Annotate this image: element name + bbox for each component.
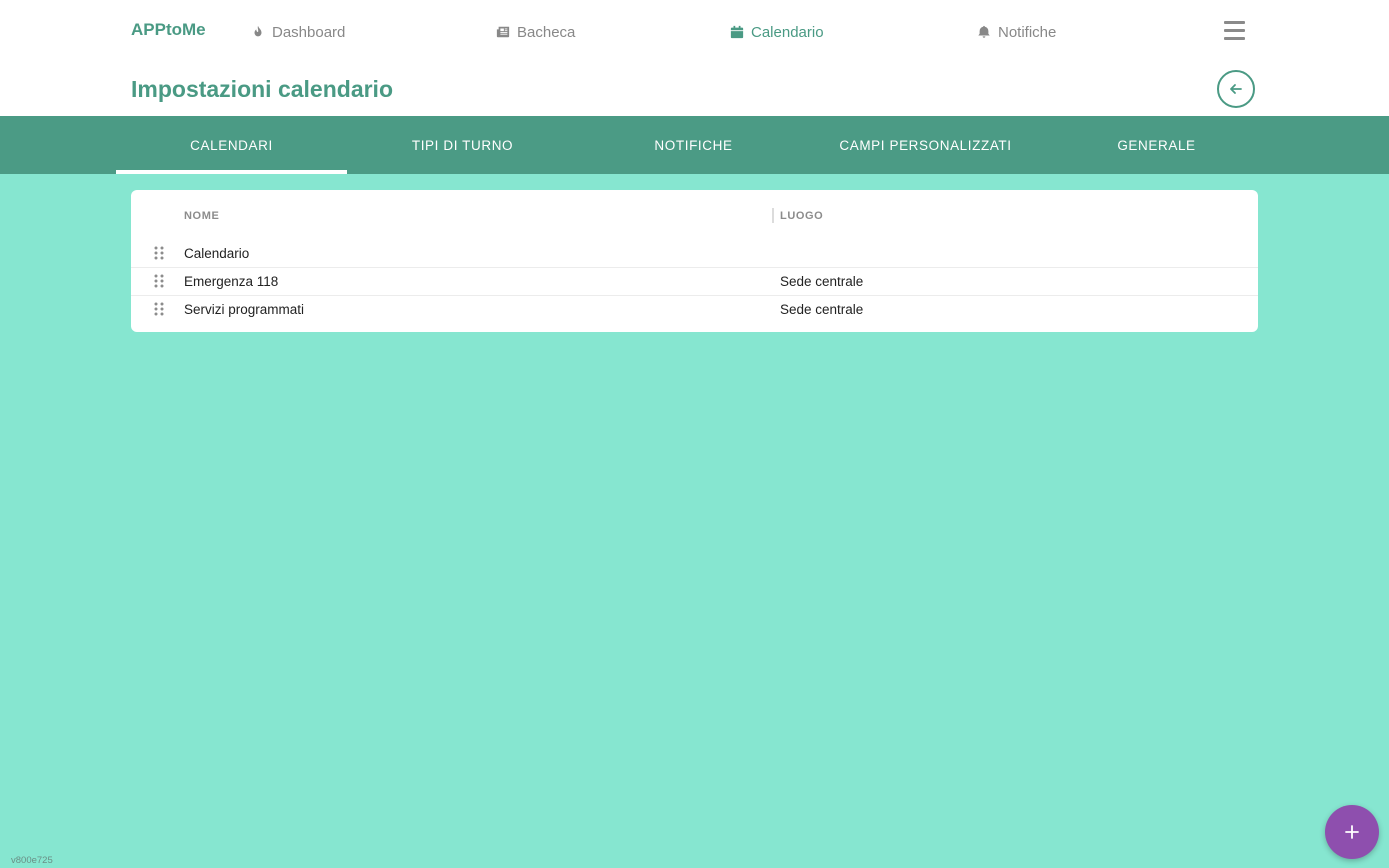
nav-item-label: Calendario (751, 23, 824, 41)
back-button[interactable] (1217, 70, 1255, 108)
cell-location: Sede centrale (780, 274, 864, 289)
nav-item-calendario[interactable]: Calendario (730, 22, 824, 42)
cell-name: Calendario (184, 246, 250, 261)
column-header-luogo[interactable]: LUOGO (780, 210, 823, 222)
table-row[interactable]: Calendario (131, 240, 1258, 268)
drag-handle-icon[interactable] (154, 302, 164, 316)
cell-name: Servizi programmati (184, 302, 305, 317)
nav-item-label: Bacheca (517, 23, 576, 41)
column-header-nome[interactable]: NOME (184, 210, 219, 222)
cell-name: Emergenza 118 (184, 274, 279, 289)
tab-notifiche[interactable]: NOTIFICHE (578, 116, 809, 174)
brand-logo[interactable]: APPtoMe (131, 20, 206, 40)
column-resize-handle[interactable] (772, 208, 774, 223)
tab-calendari[interactable]: CALENDARI (116, 116, 347, 174)
bell-icon (978, 25, 990, 38)
settings-tabbar: CALENDARI TIPI DI TURNO NOTIFICHE CAMPI … (0, 116, 1389, 174)
calendars-table: NOME LUOGO Calendario Emergenza 118 Sede… (131, 190, 1258, 332)
table-row[interactable]: Emergenza 118 Sede centrale (131, 267, 1258, 295)
fire-icon (254, 25, 262, 37)
nav-item-notifiche[interactable]: Notifiche (977, 22, 1056, 42)
nav-item-bacheca[interactable]: Bacheca (496, 22, 575, 42)
cell-location: Sede centrale (780, 302, 864, 317)
arrow-left-icon (1230, 84, 1242, 94)
tab-generale[interactable]: GENERALE (1041, 116, 1272, 174)
tab-campi-personalizzati[interactable]: CAMPI PERSONALIZZATI (810, 116, 1041, 174)
drag-handle-icon[interactable] (154, 274, 164, 288)
hamburger-icon[interactable] (1224, 21, 1245, 41)
top-navbar: APPtoMe Dashboard Bacheca Calendario Not… (0, 0, 1389, 116)
nav-item-label: Notifiche (998, 23, 1057, 41)
add-calendar-button[interactable] (1325, 805, 1379, 859)
page-title: Impostazioni calendario (131, 76, 393, 102)
newspaper-icon (496, 26, 510, 38)
plus-icon (1345, 825, 1359, 839)
nav-item-label: Dashboard (272, 23, 346, 41)
tab-tipi-di-turno[interactable]: TIPI DI TURNO (347, 116, 578, 174)
version-label: v800e725 (11, 855, 53, 866)
calendar-icon (730, 25, 744, 39)
nav-item-dashboard[interactable]: Dashboard (251, 22, 345, 42)
drag-handle-icon[interactable] (154, 246, 164, 260)
table-row[interactable]: Servizi programmati Sede centrale (131, 295, 1258, 323)
